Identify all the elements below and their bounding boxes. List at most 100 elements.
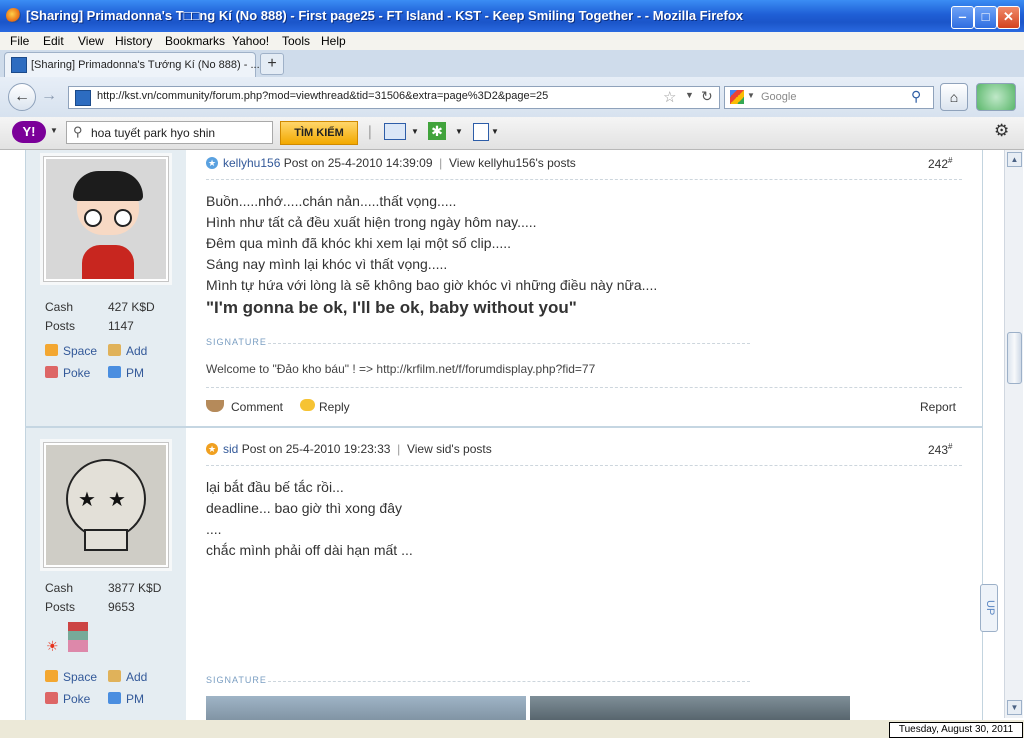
- posts-label: Posts: [45, 319, 76, 333]
- menu-yahoo[interactable]: Yahoo!: [232, 34, 269, 48]
- post-line: Sáng nay mình lại khóc vì thất vọng.....: [206, 256, 448, 272]
- post-line: Mình tự hứa với lòng là sẽ không bao giờ…: [206, 277, 658, 293]
- tab-label: [Sharing] Primadonna's Tướng Kí (No 888)…: [31, 59, 260, 71]
- window-titlebar[interactable]: [Sharing] Primadonna's T□□ng Kí (No 888)…: [0, 0, 1024, 32]
- cash-value: 427 K$D: [108, 300, 155, 314]
- forum-page: Cash 427 K$D Posts 1147 Space Add Poke P…: [0, 150, 1004, 720]
- separator: |: [435, 156, 446, 170]
- widget-icon[interactable]: ✱: [428, 122, 446, 140]
- engine-dropdown-icon[interactable]: ▼: [747, 91, 755, 100]
- menu-view[interactable]: View: [78, 34, 104, 48]
- url-bar[interactable]: http://kst.vn/community/forum.php?mod=vi…: [68, 86, 720, 109]
- post-time: Post on 25-4-2010 14:39:09: [283, 156, 433, 170]
- menu-bookmarks[interactable]: Bookmarks: [165, 34, 225, 48]
- pm-link[interactable]: PM: [126, 692, 144, 706]
- handshake-icon: [108, 344, 121, 356]
- scrollbar-thumb[interactable]: [1007, 332, 1022, 384]
- footer-divider: [206, 387, 962, 388]
- page-icon[interactable]: [473, 123, 489, 141]
- post-number-value: 242: [928, 157, 949, 171]
- add-friend-link[interactable]: Add: [126, 670, 147, 684]
- search-icon: ⚲: [73, 124, 83, 139]
- settings-gear-icon[interactable]: ⚙: [994, 121, 1009, 141]
- vertical-scrollbar[interactable]: ▲ ▼: [1004, 150, 1023, 718]
- menu-history[interactable]: History: [115, 34, 152, 48]
- signature-divider: [268, 681, 750, 682]
- online-star-icon: ★: [206, 157, 218, 169]
- widget-dropdown-icon[interactable]: ▼: [455, 127, 463, 136]
- page-dropdown-icon[interactable]: ▼: [491, 127, 499, 136]
- skype-addon-icon[interactable]: [976, 83, 1016, 111]
- reload-icon[interactable]: ↻: [701, 88, 713, 105]
- space-link[interactable]: Space: [63, 344, 97, 358]
- add-friend-link[interactable]: Add: [126, 344, 147, 358]
- menu-file[interactable]: File: [10, 34, 29, 48]
- site-identity-icon: [75, 90, 91, 106]
- yahoo-dropdown-icon[interactable]: ▼: [50, 126, 58, 135]
- search-magnifier-icon[interactable]: ⚲: [911, 88, 921, 105]
- url-dropdown-icon[interactable]: ▼: [685, 90, 694, 100]
- post-number[interactable]: 242#: [928, 156, 952, 171]
- comment-link[interactable]: Comment: [231, 400, 283, 414]
- forward-button[interactable]: →: [36, 83, 62, 109]
- mail-icon[interactable]: [384, 123, 406, 140]
- mail-icon: [108, 366, 121, 378]
- view-posts-link[interactable]: View sid's posts: [407, 442, 492, 456]
- post-line: Đêm qua mình đã khóc khi xem lại một số …: [206, 235, 512, 251]
- author-link[interactable]: kellyhu156: [223, 156, 280, 170]
- scroll-up-button[interactable]: UP: [980, 584, 998, 632]
- scroll-up-arrow-icon[interactable]: ▲: [1007, 152, 1022, 167]
- poke-link[interactable]: Poke: [63, 692, 90, 706]
- pm-link[interactable]: PM: [126, 366, 144, 380]
- firefox-logo-icon: [6, 8, 21, 23]
- author-link[interactable]: sid: [223, 442, 238, 456]
- scroll-down-arrow-icon[interactable]: ▼: [1007, 700, 1022, 715]
- search-box[interactable]: ▼ Google ⚲: [724, 86, 934, 109]
- menu-edit[interactable]: Edit: [43, 34, 64, 48]
- post-header: sid Post on 25-4-2010 19:23:33 | View si…: [223, 442, 492, 456]
- post-header: kellyhu156 Post on 25-4-2010 14:39:09 | …: [223, 156, 576, 170]
- avatar[interactable]: ★ ★: [43, 442, 169, 568]
- signature-tag: SIGNATURE: [206, 337, 267, 347]
- content-border: [982, 150, 983, 720]
- signature-image: [530, 696, 850, 720]
- home-icon: [45, 344, 58, 356]
- medal-ribbon-icon: [68, 622, 88, 652]
- tab-forum-thread[interactable]: [Sharing] Primadonna's Tướng Kí (No 888)…: [4, 52, 260, 77]
- new-tab-button[interactable]: +: [260, 53, 284, 75]
- view-posts-link[interactable]: View kellyhu156's posts: [449, 156, 576, 170]
- posts-value: 9653: [108, 600, 135, 614]
- yahoo-search-button[interactable]: TÌM KIẾM: [280, 121, 358, 145]
- status-bar: [0, 720, 1024, 738]
- mail-icon: [108, 692, 121, 704]
- menu-help[interactable]: Help: [321, 34, 346, 48]
- posts-label: Posts: [45, 600, 76, 614]
- report-link[interactable]: Report: [920, 400, 956, 414]
- back-button[interactable]: ←: [8, 83, 36, 111]
- post-number[interactable]: 243#: [928, 442, 952, 457]
- yahoo-logo[interactable]: Y!: [12, 121, 46, 143]
- home-button[interactable]: ⌂: [940, 83, 968, 111]
- avatar[interactable]: [43, 156, 169, 282]
- comment-icon: [206, 400, 224, 412]
- close-button[interactable]: ✕: [997, 6, 1020, 29]
- toolbar-divider-icon: ❘: [364, 123, 376, 139]
- site-favicon-icon: [11, 57, 27, 73]
- bookmark-star-icon[interactable]: ☆: [663, 88, 676, 106]
- posts-value: 1147: [108, 319, 134, 333]
- mail-dropdown-icon[interactable]: ▼: [411, 127, 419, 136]
- status-date: Tuesday, August 30, 2011: [889, 722, 1023, 738]
- post-line: ....: [206, 521, 222, 537]
- post-line: chắc mình phải off dài hạn mất ...: [206, 542, 413, 558]
- menu-tools[interactable]: Tools: [282, 34, 310, 48]
- post-divider: [25, 426, 983, 428]
- handshake-icon: [108, 670, 121, 682]
- post-line: Hình như tất cả đều xuất hiện trong ngày…: [206, 214, 537, 230]
- reply-link[interactable]: Reply: [319, 400, 350, 414]
- space-link[interactable]: Space: [63, 670, 97, 684]
- yahoo-search-input[interactable]: ⚲ hoa tuyết park hyo shin: [66, 121, 273, 144]
- maximize-button[interactable]: □: [974, 6, 997, 29]
- minimize-button[interactable]: ‒: [951, 6, 974, 29]
- google-engine-icon[interactable]: [730, 90, 744, 104]
- poke-link[interactable]: Poke: [63, 366, 90, 380]
